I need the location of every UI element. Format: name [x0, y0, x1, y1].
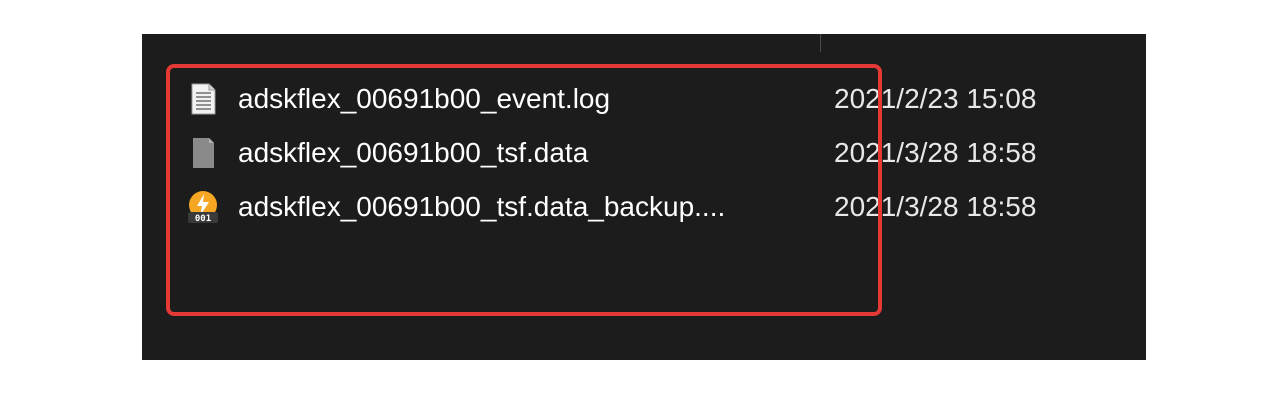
red-highlight-annotation	[166, 64, 882, 316]
column-divider[interactable]	[820, 34, 821, 52]
file-explorer-panel: adskflex_00691b00_event.log 2021/2/23 15…	[142, 34, 1146, 360]
